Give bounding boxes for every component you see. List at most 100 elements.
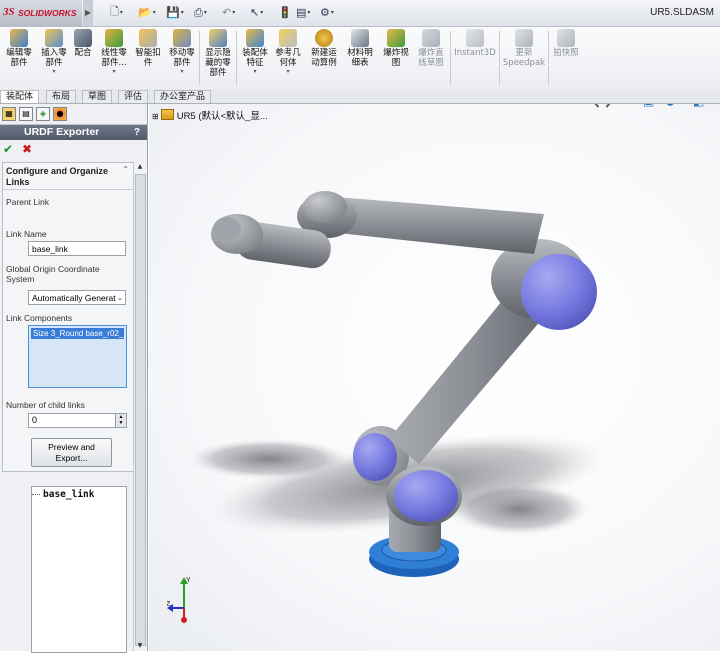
rebuild-button[interactable]: 🚦 [278,5,292,20]
assembly-features-button[interactable]: 装配体 特征 ▾ [239,29,271,75]
options-button[interactable]: ⚙ ▾ [320,5,334,20]
origin-select[interactable]: Automatically Generat ⌄ [28,290,126,305]
tab-assembly[interactable]: 装配体 [0,90,40,103]
graphics-viewport[interactable]: ⊞UR5 (默认<默认_显... 🔍 🔎 ↩ ▣ ⬢ ▾ ◧ ▾ [149,104,720,651]
assembly-features-icon [246,29,264,47]
reference-geometry-label: 参考几 何体 [275,48,301,68]
new-document-button[interactable]: 🗋 ▾ [110,5,123,20]
tab-office-products[interactable]: 办公室产品 [154,90,212,103]
show-hidden-components-button[interactable]: 显示隐 藏的零 部件 [202,29,234,78]
mate-label: 配合 [74,48,92,58]
reference-geometry-button[interactable]: 参考几 何体 ▾ [272,29,304,75]
child-links-value: 0 [32,415,38,425]
menu-expand-arrow-icon[interactable]: ▶ [83,0,93,26]
file-properties-button[interactable]: ▤ ▾ [296,5,310,20]
motion-study-icon [315,29,333,47]
new-motion-study-button[interactable]: 新建运 动算例 [308,29,340,68]
camera-icon [557,29,575,47]
preview-export-button[interactable]: Preview and Export... [31,438,112,467]
link-components-list[interactable]: Size 3_Round base_r02_ [28,325,127,388]
forearm-link [324,196,544,254]
explode-line-sketch-label: 爆炸直 线草图 [418,48,444,68]
feature-manager-tab-icon[interactable]: ▦ [2,107,16,121]
reference-geometry-icon [279,29,297,47]
edit-part-button[interactable]: 编辑零 部件 [4,29,34,68]
panel-scrollbar[interactable]: ▲ ▼ [133,162,146,651]
mate-button[interactable]: 配合 [72,29,94,58]
ribbon-separator [499,31,500,85]
parent-link-label: Parent Link [6,197,49,207]
document-title: UR5.SLDASM [650,7,714,18]
property-manager-tab-icon[interactable]: ▤ [19,107,33,121]
tab-sketch[interactable]: 草图 [82,90,113,103]
dropdown-arrow-icon[interactable]: ▾ [38,68,70,75]
tree-node-base-link[interactable]: base_link [43,489,94,500]
help-icon[interactable]: ? [134,125,140,140]
take-snapshot-button[interactable]: 拍快照 [551,29,581,58]
base-joint-cap [353,433,397,481]
cancel-x-icon[interactable]: ✖ [22,142,32,156]
move-component-button[interactable]: 移动零 部件 ▾ [166,29,198,75]
configure-links-group: Configure and Organize Links ⌃ Parent Li… [2,162,134,472]
linear-pattern-label: 线性零 部件... [101,48,127,68]
instant3d-button[interactable]: Instant3D [453,29,497,58]
link-name-input[interactable]: base_link [28,241,126,256]
collapse-chevron-icon[interactable]: ⌃ [122,165,129,174]
wrist1-cap [303,191,347,223]
display-manager-tab-icon[interactable]: ● [53,107,67,121]
ok-cancel-row: ✔ ✖ [3,142,32,156]
spinner-arrows-icon[interactable]: ▲ ▼ [115,414,126,427]
explode-line-sketch-button[interactable]: 爆炸直 线草图 [414,29,448,68]
new-icon: 🗋 [110,5,119,18]
open-button[interactable]: 📂 ▾ [138,5,156,20]
move-component-label: 移动零 部件 [169,48,195,68]
configuration-manager-tab-icon[interactable]: ◈ [36,107,50,121]
tree-connector [32,494,40,495]
bom-button[interactable]: 材料明 细表 [344,29,376,68]
list-item[interactable]: Size 3_Round base_r02_ [31,328,124,339]
select-button[interactable]: ↖ ▾ [250,5,263,20]
solidworks-logo[interactable]: 3S SOLIDWORKS [0,0,82,26]
smart-fasteners-button[interactable]: 智能扣 件 [132,29,164,68]
child-links-spinner[interactable]: 0 ▲ ▼ [28,413,127,428]
scroll-up-icon[interactable]: ▲ [134,162,146,172]
tab-layout[interactable]: 布局 [46,90,77,103]
link-components-label: Link Components [6,313,73,323]
open-icon: 📂 [138,6,152,19]
tab-evaluate[interactable]: 评估 [118,90,149,103]
ribbon-separator [548,31,549,85]
link-name-label: Link Name [6,229,47,239]
save-button[interactable]: 💾 ▾ [166,5,184,20]
print-button[interactable]: ⎙ ▾ [194,5,207,20]
smart-fasteners-label: 智能扣 件 [135,48,161,68]
update-speedpak-button[interactable]: 更新 Speedpak [502,29,546,68]
dropdown-arrow-icon[interactable]: ▾ [166,68,198,75]
select-icon: ↖ [250,6,260,19]
update-speedpak-label: 更新 Speedpak [502,48,546,68]
show-hidden-label: 显示隐 藏的零 部件 [205,48,231,78]
bom-label: 材料明 细表 [347,48,373,68]
tool-flange [213,217,241,241]
ok-checkmark-icon[interactable]: ✔ [3,142,13,156]
coordinate-triad-icon: Y Z [167,577,191,623]
group-header[interactable]: Configure and Organize Links ⌃ [3,163,133,190]
show-hidden-icon [209,29,227,47]
rebuild-icon: 🚦 [278,6,292,19]
insert-part-button[interactable]: 插入零 部件 ▾ [38,29,70,75]
scroll-thumb[interactable] [135,174,146,646]
command-manager-tabs: 装配体 布局 草图 评估 办公室产品 [0,89,720,104]
dropdown-arrow-icon[interactable]: ▾ [239,68,271,75]
ribbon-separator [199,31,200,85]
exploded-view-button[interactable]: 爆炸视 图 [380,29,412,68]
smart-fasteners-icon [139,29,157,47]
title-bar: 3S SOLIDWORKS ▶ 🗋 ▾ 📂 ▾ 💾 ▾ ⎙ ▾ ↶ ▾ ↖ ▾ 🚦 ▤ ▾ ⚙… [0,0,720,27]
linear-pattern-button[interactable]: 线性零 部件... ▾ [98,29,130,75]
undo-button[interactable]: ↶ ▾ [222,5,235,20]
edit-part-label: 编辑零 部件 [6,48,32,68]
ribbon-separator [450,31,451,85]
link-tree[interactable]: base_link [31,486,127,653]
scroll-down-icon[interactable]: ▼ [134,641,146,651]
robot-model-render[interactable] [149,104,720,651]
dropdown-arrow-icon[interactable]: ▾ [272,68,304,75]
dropdown-arrow-icon[interactable]: ▾ [98,68,130,75]
